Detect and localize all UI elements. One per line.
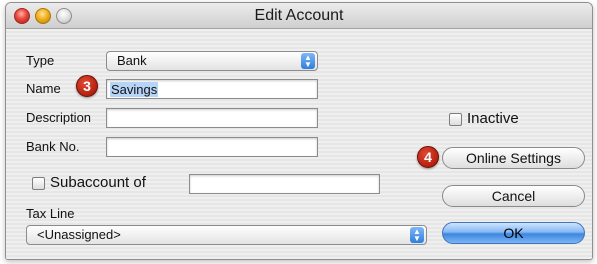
subaccount-field[interactable] — [189, 174, 380, 194]
description-label: Description — [26, 110, 92, 125]
inactive-checkbox[interactable] — [449, 113, 462, 126]
bank-no-label: Bank No. — [26, 139, 80, 154]
type-popup-value: Bank — [117, 53, 147, 68]
type-popup[interactable]: Bank ▲ ▼ — [106, 51, 318, 71]
name-field-value: Savings — [110, 82, 159, 97]
name-field[interactable]: Savings — [106, 79, 318, 99]
title-bar: Edit Account — [6, 3, 592, 29]
popup-arrows-icon: ▲ ▼ — [410, 227, 424, 243]
dialog-content: Type Bank ▲ ▼ Name 3 Savings Description … — [6, 29, 592, 259]
step-3-callout: 3 — [76, 75, 98, 97]
tax-line-popup[interactable]: <Unassigned> ▲ ▼ — [26, 225, 427, 245]
step-4-callout: 4 — [417, 146, 439, 168]
description-field[interactable] — [106, 108, 318, 128]
tax-line-label: Tax Line — [26, 206, 75, 221]
name-label: Name — [26, 81, 61, 96]
popup-arrows-icon: ▲ ▼ — [301, 53, 315, 69]
tax-line-popup-value: <Unassigned> — [37, 227, 121, 242]
online-settings-button[interactable]: Online Settings — [442, 147, 585, 169]
type-label: Type — [26, 53, 55, 68]
subaccount-label: Subaccount of — [50, 174, 146, 191]
window-title: Edit Account — [254, 7, 344, 24]
subaccount-checkbox[interactable] — [32, 177, 45, 190]
cancel-button[interactable]: Cancel — [442, 185, 585, 207]
edit-account-window: Edit Account Type Bank ▲ ▼ Name 3 Savings… — [5, 2, 593, 260]
inactive-label: Inactive — [467, 110, 519, 127]
bank-no-field[interactable] — [106, 137, 318, 157]
ok-button[interactable]: OK — [442, 222, 585, 244]
